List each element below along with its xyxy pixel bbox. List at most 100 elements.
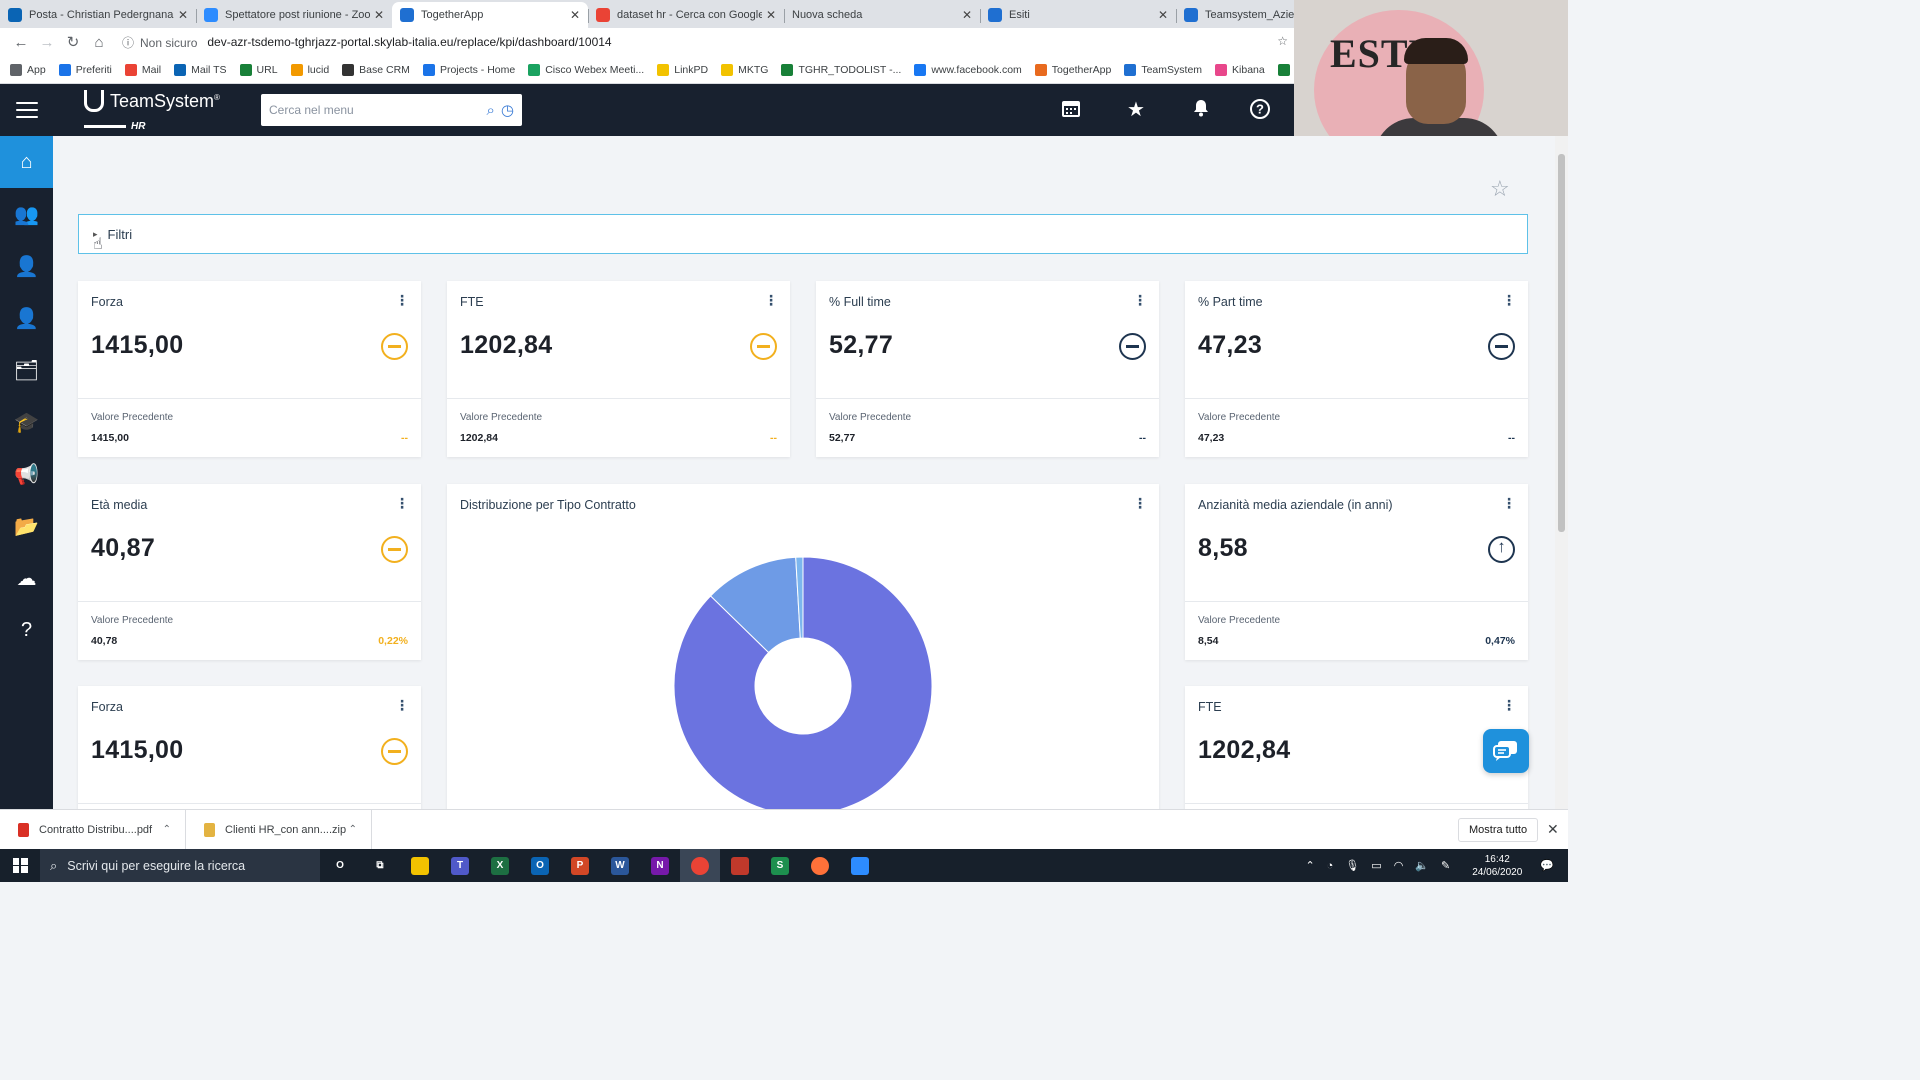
browser-tab[interactable]: dataset hr - Cerca con Google ✕ — [588, 2, 784, 28]
more-options-icon[interactable]: ⋮ — [1502, 293, 1516, 307]
more-options-icon[interactable]: ⋮ — [395, 698, 409, 712]
wifi-icon[interactable]: ◠ — [1394, 859, 1404, 872]
more-options-icon[interactable]: ⋮ — [1133, 293, 1147, 307]
taskbar-app[interactable]: P — [560, 849, 600, 882]
calendar-icon[interactable] — [1059, 98, 1083, 122]
sidebar-item-group[interactable]: 👥 — [0, 188, 53, 240]
sidebar-item-user-manage[interactable]: 👤 — [0, 292, 53, 344]
notifications-icon[interactable]: 💬 — [1540, 859, 1554, 872]
bookmark-item[interactable]: Mail TS — [174, 63, 227, 76]
close-tab-icon[interactable]: ✕ — [570, 8, 580, 22]
taskbar-search[interactable]: ⌕ Scrivi qui per eseguire la ricerca — [40, 849, 320, 882]
sidebar-item-presentation[interactable]: 🗂 — [0, 344, 53, 396]
help-icon[interactable]: ? — [1248, 98, 1272, 122]
taskbar-app[interactable] — [680, 849, 720, 882]
chat-support-icon[interactable] — [1483, 729, 1529, 773]
chevron-up-icon[interactable]: ⌃ — [1305, 859, 1314, 872]
taskbar-app[interactable] — [840, 849, 880, 882]
search-icon[interactable]: ⌕ — [487, 102, 495, 119]
taskbar-app[interactable]: S — [760, 849, 800, 882]
windows-start-icon[interactable] — [0, 849, 40, 882]
back-icon[interactable]: ← — [8, 34, 34, 51]
taskbar-app[interactable]: O — [520, 849, 560, 882]
bookmark-item[interactable]: lucid — [290, 63, 329, 76]
bookmark-item[interactable]: Projects - Home — [422, 63, 515, 76]
download-item[interactable]: Clienti HR_con ann....zip ⌃ — [186, 809, 372, 850]
bookmark-item[interactable]: LinkPD — [657, 63, 708, 76]
browser-tab[interactable]: Posta - Christian Pedergnana - O ✕ — [0, 2, 196, 28]
taskbar-app[interactable] — [720, 849, 760, 882]
browser-tab[interactable]: Nuova scheda ✕ — [784, 2, 980, 28]
menu-search-box[interactable]: ⌕ ◷ — [261, 94, 522, 126]
taskbar-app[interactable]: W — [600, 849, 640, 882]
bookmark-item[interactable]: www.facebook.com — [914, 63, 1022, 76]
more-options-icon[interactable]: ⋮ — [1502, 698, 1516, 712]
bookmark-item[interactable]: Base CRM — [342, 63, 410, 76]
url-text[interactable]: dev-azr-tsdemo-tghrjazz-portal.skylab-it… — [207, 35, 611, 49]
more-options-icon[interactable]: ⋮ — [395, 293, 409, 307]
bookmark-item[interactable]: URL — [239, 63, 278, 76]
close-tab-icon[interactable]: ✕ — [374, 8, 384, 22]
bookmark-item[interactable]: App — [10, 63, 46, 76]
omnibox[interactable]: Non sicuro dev-azr-tsdemo-tghrjazz-porta… — [122, 34, 612, 51]
taskbar-app[interactable]: T — [440, 849, 480, 882]
taskbar-app[interactable]: X — [480, 849, 520, 882]
home-browser-icon[interactable]: ⌂ — [86, 34, 112, 51]
network-icon[interactable]: ◔ — [1327, 860, 1334, 872]
show-all-downloads-button[interactable]: Mostra tutto — [1458, 818, 1539, 842]
taskbar-app[interactable] — [800, 849, 840, 882]
battery-icon[interactable]: ▭ — [1371, 859, 1381, 872]
browser-tab[interactable]: Spettatore post riunione - Zoom ✕ — [196, 2, 392, 28]
close-icon[interactable]: ✕ — [1547, 821, 1559, 838]
more-options-icon[interactable]: ⋮ — [764, 293, 778, 307]
scrollbar-thumb[interactable] — [1558, 154, 1565, 532]
close-tab-icon[interactable]: ✕ — [178, 8, 188, 22]
forward-icon[interactable]: → — [34, 34, 60, 51]
sidebar-item-folder[interactable]: 📂 — [0, 500, 53, 552]
taskbar-clock[interactable]: 16:42 24/06/2020 — [1472, 853, 1522, 879]
bookmark-star-icon[interactable]: ☆ — [1277, 34, 1288, 48]
reload-icon[interactable]: ↻ — [60, 33, 86, 51]
bookmark-item[interactable]: MKTG — [721, 63, 768, 76]
bell-icon[interactable] — [1189, 98, 1213, 122]
sidebar-item-user-settings[interactable]: 👤 — [0, 240, 53, 292]
sidebar-item-home[interactable]: ⌂ — [0, 136, 53, 188]
sidebar-item-help[interactable]: ? — [0, 604, 53, 656]
browser-tab[interactable]: Esiti ✕ — [980, 2, 1176, 28]
taskbar-app[interactable]: O — [320, 849, 360, 882]
microphone-icon[interactable]: 🎙 — [1345, 859, 1359, 872]
hamburger-menu-icon[interactable] — [16, 102, 38, 118]
menu-search-input[interactable] — [269, 103, 481, 117]
bookmark-item[interactable]: Preferiti — [58, 63, 112, 76]
browser-tab[interactable]: TogetherApp ✕ — [392, 2, 588, 28]
security-indicator[interactable]: Non sicuro — [122, 34, 197, 51]
chevron-up-icon[interactable]: ⌃ — [163, 824, 171, 835]
download-item[interactable]: Contratto Distribu....pdf ⌃ — [0, 809, 186, 850]
bookmark-item[interactable]: Kibana — [1215, 63, 1265, 76]
close-tab-icon[interactable]: ✕ — [962, 8, 972, 22]
chevron-up-icon[interactable]: ⌃ — [349, 824, 357, 835]
teamsystem-logo[interactable]: TeamSystem® HR — [84, 90, 220, 132]
bookmark-item[interactable]: Cisco Webex Meeti... — [528, 63, 644, 76]
filters-panel[interactable]: ▸ Filtri — [78, 214, 1528, 254]
more-options-icon[interactable]: ⋮ — [1502, 496, 1516, 510]
taskbar-app[interactable]: ⧉ — [360, 849, 400, 882]
close-tab-icon[interactable]: ✕ — [766, 8, 776, 22]
taskbar-app[interactable]: N — [640, 849, 680, 882]
bookmark-item[interactable]: TGHR_TODOLIST -... — [781, 63, 901, 76]
more-options-icon[interactable]: ⋮ — [395, 496, 409, 510]
bookmark-item[interactable]: TeamSystem — [1124, 63, 1202, 76]
star-icon[interactable]: ★ — [1124, 98, 1148, 122]
favorite-star-icon[interactable]: ☆ — [1490, 176, 1510, 202]
bookmark-item[interactable]: TogetherApp — [1034, 63, 1111, 76]
sidebar-item-cloud-upload[interactable]: ☁ — [0, 552, 53, 604]
sidebar-item-graduation[interactable]: 🎓 — [0, 396, 53, 448]
sidebar-item-megaphone[interactable]: 📢 — [0, 448, 53, 500]
pen-icon[interactable]: ✎ — [1441, 859, 1450, 872]
bookmark-item[interactable]: Mail — [124, 63, 161, 76]
taskbar-app[interactable] — [400, 849, 440, 882]
close-tab-icon[interactable]: ✕ — [1158, 8, 1168, 22]
history-clock-icon[interactable]: ◷ — [501, 101, 514, 119]
page-scrollbar[interactable] — [1555, 136, 1568, 809]
volume-icon[interactable]: 🔈 — [1415, 859, 1429, 872]
